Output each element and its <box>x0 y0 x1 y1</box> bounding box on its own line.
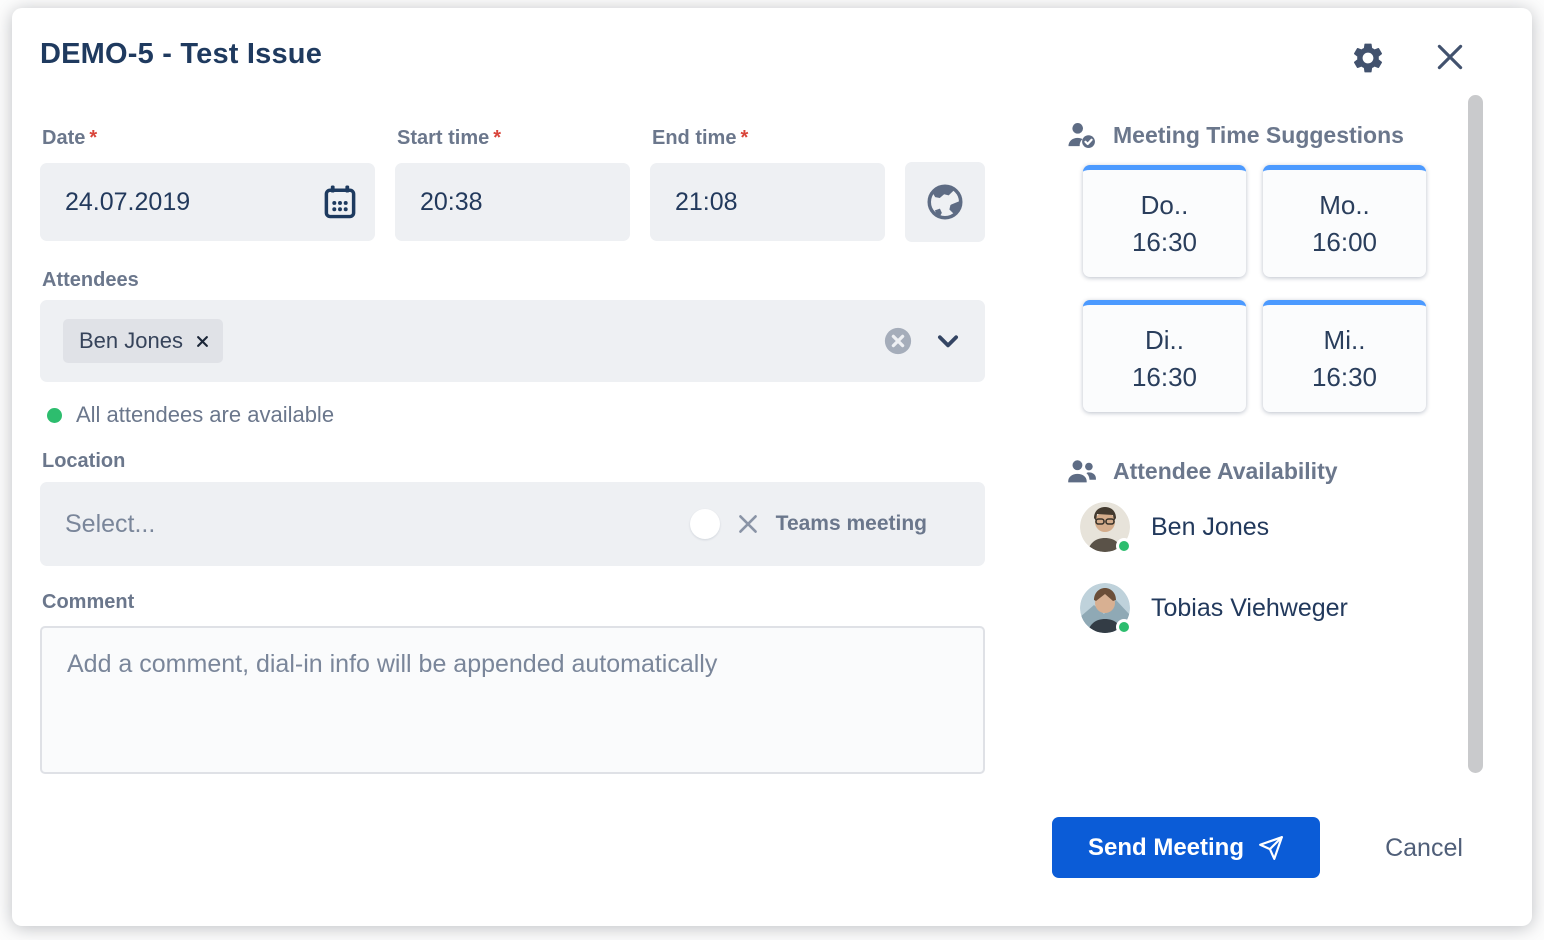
suggestion-card[interactable]: Di.. 16:30 <box>1083 300 1246 412</box>
chevron-down-icon[interactable] <box>933 326 963 356</box>
send-icon <box>1258 835 1284 861</box>
end-time-value: 21:08 <box>675 188 738 217</box>
meeting-dialog: DEMO-5 - Test Issue Date* Start time* En… <box>12 8 1532 926</box>
location-placeholder: Select... <box>65 510 155 539</box>
teams-meeting-control: Teams meeting <box>690 509 927 539</box>
suggestions-header: Meeting Time Suggestions <box>1066 120 1404 150</box>
end-time-input[interactable]: 21:08 <box>650 163 885 241</box>
start-time-value: 20:38 <box>420 188 483 217</box>
send-meeting-label: Send Meeting <box>1088 834 1244 862</box>
gear-icon <box>1350 40 1386 76</box>
teams-clear-icon[interactable] <box>735 511 761 537</box>
presence-available-icon <box>1116 538 1132 554</box>
clear-attendees-icon[interactable] <box>883 326 913 356</box>
attendee-availability-row: Tobias Viehweger <box>1080 583 1348 633</box>
required-marker: * <box>493 127 501 149</box>
location-label: Location <box>42 450 125 473</box>
suggestion-time: 16:30 <box>1312 362 1377 393</box>
screen: DEMO-5 - Test Issue Date* Start time* En… <box>0 0 1544 940</box>
availability-note: All attendees are available <box>47 402 334 428</box>
suggestion-time: 16:30 <box>1132 362 1197 393</box>
send-meeting-button[interactable]: Send Meeting <box>1052 817 1320 878</box>
availability-title: Attendee Availability <box>1113 458 1338 485</box>
suggestion-card[interactable]: Mo.. 16:00 <box>1263 165 1426 277</box>
start-time-input[interactable]: 20:38 <box>395 163 630 241</box>
presence-available-icon <box>1116 619 1132 635</box>
timezone-button[interactable] <box>905 162 985 242</box>
settings-button[interactable] <box>1347 37 1389 79</box>
calendar-icon[interactable] <box>321 183 359 221</box>
date-input[interactable]: 24.07.2019 <box>40 163 375 241</box>
globe-icon <box>924 181 966 223</box>
user-check-icon <box>1066 120 1098 150</box>
start-time-label: Start time* <box>397 127 501 150</box>
available-dot-icon <box>47 408 62 423</box>
teams-toggle[interactable] <box>690 509 720 539</box>
suggestion-day: Mo.. <box>1319 190 1370 221</box>
users-icon <box>1066 456 1098 486</box>
required-marker: * <box>740 127 748 149</box>
attendees-label: Attendees <box>42 269 139 292</box>
suggestions-title: Meeting Time Suggestions <box>1113 122 1404 149</box>
attendee-name: Tobias Viehweger <box>1151 594 1348 623</box>
avatar <box>1080 502 1130 552</box>
attendees-select[interactable]: Ben Jones <box>40 300 985 382</box>
suggestion-day: Mi.. <box>1324 325 1366 356</box>
comment-input[interactable] <box>40 626 985 774</box>
remove-attendee-icon[interactable] <box>195 334 210 349</box>
comment-label: Comment <box>42 591 134 614</box>
suggestion-day: Di.. <box>1145 325 1184 356</box>
attendee-chip[interactable]: Ben Jones <box>63 319 223 363</box>
availability-header: Attendee Availability <box>1066 456 1338 486</box>
suggestion-time: 16:00 <box>1312 227 1377 258</box>
date-value: 24.07.2019 <box>65 188 190 217</box>
suggestion-day: Do.. <box>1141 190 1189 221</box>
location-select[interactable]: Select... Teams meeting <box>40 482 985 566</box>
end-time-label: End time* <box>652 127 748 150</box>
suggestion-card[interactable]: Mi.. 16:30 <box>1263 300 1426 412</box>
cancel-button[interactable]: Cancel <box>1364 830 1484 866</box>
date-label: Date* <box>42 127 97 150</box>
attendee-availability-row: Ben Jones <box>1080 502 1269 552</box>
teams-meeting-label: Teams meeting <box>776 512 927 536</box>
suggestion-card[interactable]: Do.. 16:30 <box>1083 165 1246 277</box>
availability-note-text: All attendees are available <box>76 402 334 428</box>
close-button[interactable] <box>1429 36 1471 78</box>
suggestion-time: 16:30 <box>1132 227 1197 258</box>
attendee-name: Ben Jones <box>1151 513 1269 542</box>
avatar <box>1080 583 1130 633</box>
attendee-chip-name: Ben Jones <box>79 328 183 354</box>
dialog-title: DEMO-5 - Test Issue <box>40 38 322 71</box>
scrollbar-thumb[interactable] <box>1468 95 1483 773</box>
required-marker: * <box>89 127 97 149</box>
close-icon <box>1433 40 1467 74</box>
